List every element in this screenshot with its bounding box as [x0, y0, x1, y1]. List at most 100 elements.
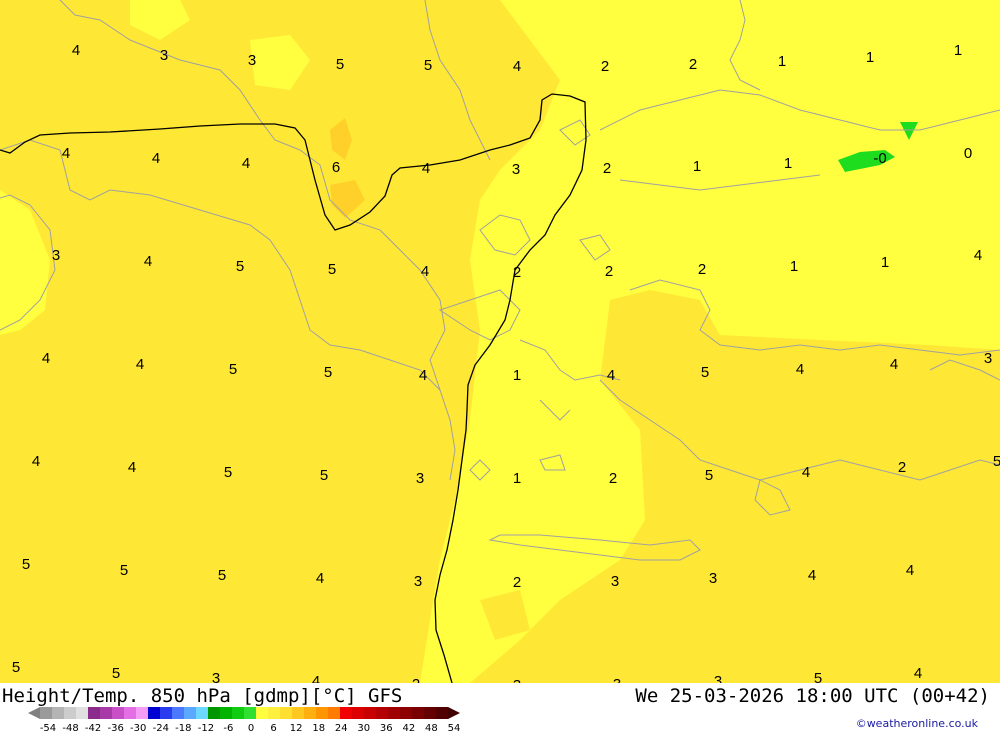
temperature-value: 3: [212, 670, 220, 683]
temperature-value: 3: [248, 52, 256, 69]
temperature-value: 4: [796, 361, 804, 378]
legend-arrow-left: [28, 707, 40, 719]
temperature-value: 1: [513, 470, 521, 487]
temperature-value: 5: [224, 464, 232, 481]
legend-swatch: [244, 707, 257, 719]
temperature-value: 4: [242, 155, 250, 172]
temperature-value: 5: [328, 261, 336, 278]
legend-ticks: -54 -48 -42 -36 -30 -24 -18 -12 -6 0 6 12 18 24 30 36 42…: [40, 723, 461, 733]
temperature-value: 1: [866, 49, 874, 66]
temperature-value: 3: [709, 570, 717, 587]
temperature-value: 4: [144, 253, 152, 270]
legend-swatch: [52, 707, 65, 719]
legend-swatch: [148, 707, 161, 719]
legend-swatch: [364, 707, 377, 719]
legend-swatch: [208, 707, 221, 719]
legend-swatch: [220, 707, 233, 719]
legend-swatch: [436, 707, 449, 719]
temperature-value: 4: [422, 160, 430, 177]
legend-swatch: [304, 707, 317, 719]
temperature-value: 4: [419, 367, 427, 384]
legend-swatch: [376, 707, 389, 719]
temperature-value: 3: [512, 161, 520, 178]
legend-swatch: [196, 707, 209, 719]
legend-swatch: [424, 707, 437, 719]
temperature-value: 0: [964, 145, 972, 162]
legend-tick-label: 54: [448, 723, 461, 733]
legend-swatch: [316, 707, 329, 719]
legend-tick-label: -6: [223, 723, 233, 733]
temperature-value: 5: [229, 361, 237, 378]
temperature-value: 5: [705, 467, 713, 484]
legend-swatch: [280, 707, 293, 719]
temperature-value: 5: [12, 659, 20, 676]
temperature-value: 5: [336, 56, 344, 73]
legend-swatches: [28, 707, 460, 719]
temperature-value: 5: [112, 665, 120, 682]
legend-swatch: [112, 707, 125, 719]
legend-swatch: [184, 707, 197, 719]
temperature-value: 5: [22, 556, 30, 573]
temperature-value: 5: [320, 467, 328, 484]
temperature-value: 3: [714, 673, 722, 683]
temperature-value: 4: [513, 58, 521, 75]
temperature-value: 2: [412, 676, 420, 683]
temperature-value: 5: [424, 57, 432, 74]
legend-swatch: [412, 707, 425, 719]
legend-tick-label: -36: [108, 723, 124, 733]
temperature-value: 5: [120, 562, 128, 579]
temperature-value: 1: [881, 254, 889, 271]
valid-time: We 25-03-2026 18:00 UTC (00+42): [635, 685, 990, 707]
temperature-value: 2: [601, 58, 609, 75]
temperature-value: 5: [218, 567, 226, 584]
legend-tick-label: -54: [40, 723, 56, 733]
legend-swatch: [172, 707, 185, 719]
temperature-value: 4: [42, 350, 50, 367]
legend-tick-label: 6: [270, 723, 276, 733]
temperature-value: 4: [316, 570, 324, 587]
temperature-value: 2: [603, 160, 611, 177]
temperature-value: 3: [984, 350, 992, 367]
legend-swatch: [124, 707, 137, 719]
legend-swatch: [232, 707, 245, 719]
temperature-value: 1: [778, 53, 786, 70]
temperature-value: 1: [954, 42, 962, 59]
legend-swatch: [136, 707, 149, 719]
legend-swatch: [64, 707, 77, 719]
legend-swatch: [268, 707, 281, 719]
temperature-value: 1: [513, 367, 521, 384]
legend-tick-label: -48: [62, 723, 78, 733]
legend-swatch: [40, 707, 53, 719]
legend-tick-label: -24: [153, 723, 169, 733]
temperature-value: 4: [890, 356, 898, 373]
credit-link[interactable]: ©weatheronline.co.uk: [856, 717, 978, 730]
footer: Height/Temp. 850 hPa [gdmp][°C] GFS We 2…: [0, 683, 1000, 733]
temperature-value: 3: [52, 247, 60, 264]
temperature-value: 2: [605, 263, 613, 280]
temperature-value: 4: [607, 367, 615, 384]
legend-swatch: [160, 707, 173, 719]
temperature-value: 4: [974, 247, 982, 264]
legend-swatch: [292, 707, 305, 719]
temperature-value: 2: [513, 574, 521, 591]
weather-map: 4 3 3 5 5 4 2 2 1 1 1 4 4 4 6 4 3 2 1 1 -0 0 3 4 5 5 4 2 2 2 1 1 4 4 4 5 5 4 1…: [0, 0, 1000, 683]
temperature-value: -0: [873, 150, 886, 167]
temperature-value: 3: [416, 470, 424, 487]
color-legend: -54 -48 -42 -36 -30 -24 -18 -12 -6 0 6 12 18 24 30 36 42…: [28, 707, 461, 733]
temperature-value: 1: [693, 158, 701, 175]
legend-swatch: [76, 707, 89, 719]
legend-tick-label: -30: [130, 723, 146, 733]
temperature-value: 2: [698, 261, 706, 278]
temperature-value: 6: [332, 159, 340, 176]
temperature-value: 4: [128, 459, 136, 476]
legend-swatch: [352, 707, 365, 719]
temperature-value: 2: [898, 459, 906, 476]
legend-tick-label: 30: [357, 723, 370, 733]
temperature-value: 4: [808, 567, 816, 584]
legend-arrow-right: [448, 707, 460, 719]
legend-swatch: [88, 707, 101, 719]
legend-swatch: [256, 707, 269, 719]
temperature-value: 4: [421, 263, 429, 280]
temperature-value: 4: [72, 42, 80, 59]
map-canvas: 4 3 3 5 5 4 2 2 1 1 1 4 4 4 6 4 3 2 1 1 -0 0 3 4 5 5 4 2 2 2 1 1 4 4 4 5 5 4 1…: [0, 0, 1000, 683]
